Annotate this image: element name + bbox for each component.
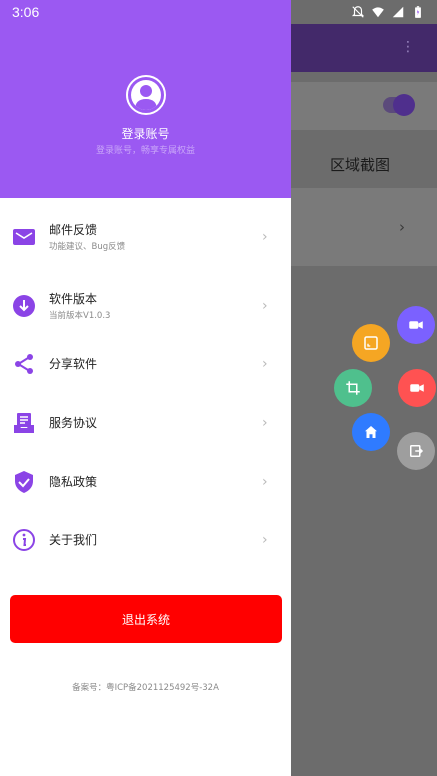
home-fab[interactable] <box>352 413 390 451</box>
menu-item-version[interactable]: 软件版本 当前版本V1.0.3 › <box>0 276 291 335</box>
camera-icon <box>410 384 424 392</box>
menu-item-about[interactable]: 关于我们 › <box>0 510 291 569</box>
toggle-knob <box>393 94 415 116</box>
exit-fab[interactable] <box>397 432 435 470</box>
info-icon <box>12 528 36 552</box>
navigation-drawer: 登录账号 登录账号，畅享专属权益 邮件反馈 功能建议、Bug反馈 › 软件版本 … <box>0 0 291 776</box>
exit-icon <box>410 445 424 457</box>
video-record-fab[interactable] <box>398 369 436 407</box>
toggle-card <box>291 82 437 130</box>
chevron-right-icon: › <box>262 473 268 490</box>
chevron-right-icon: › <box>262 228 268 245</box>
menu-label: 分享软件 <box>49 357 98 371</box>
section-title: 区域截图 <box>330 156 391 174</box>
mail-icon <box>12 225 36 249</box>
chevron-right-icon: › <box>262 355 268 372</box>
region-capture-fab[interactable] <box>352 324 390 362</box>
menu-label: 邮件反馈 <box>49 223 98 237</box>
record-screen-fab[interactable] <box>397 306 435 344</box>
crop-fab[interactable] <box>334 369 372 407</box>
chevron-right-icon: › <box>399 218 405 236</box>
shield-icon <box>12 470 36 494</box>
wifi-icon <box>372 7 384 18</box>
menu-label: 软件版本 <box>49 292 98 306</box>
more-options-icon[interactable]: ⋮ <box>401 40 415 54</box>
chevron-right-icon: › <box>262 414 268 431</box>
menu-label: 关于我们 <box>49 533 98 547</box>
notifications-off-icon <box>351 6 365 18</box>
battery-icon <box>415 6 421 18</box>
region-card[interactable] <box>291 188 437 266</box>
user-icon <box>135 85 157 110</box>
avatar[interactable] <box>126 75 166 115</box>
menu-subtitle: 功能建议、Bug反馈 <box>49 242 126 252</box>
status-icons <box>351 5 425 19</box>
menu-item-privacy[interactable]: 隐私政策 › <box>0 452 291 511</box>
video-camera-icon <box>409 321 423 329</box>
drawer-header: 登录账号 登录账号，畅享专属权益 <box>0 0 291 198</box>
chevron-right-icon: › <box>262 531 268 548</box>
login-subtitle: 登录账号，畅享专属权益 <box>95 146 195 156</box>
menu-item-feedback[interactable]: 邮件反馈 功能建议、Bug反馈 › <box>0 207 291 266</box>
menu-subtitle: 当前版本V1.0.3 <box>49 311 111 321</box>
logout-button[interactable]: 退出系统 <box>10 595 282 643</box>
share-icon <box>12 352 36 376</box>
status-time: 3:06 <box>12 4 40 20</box>
icp-record: 备案号：粤ICP备2021125492号-32A <box>72 683 219 693</box>
menu-item-share[interactable]: 分享软件 › <box>0 334 291 393</box>
menu-item-agreement[interactable]: 服务协议 › <box>0 393 291 452</box>
status-bar: 3:06 <box>0 0 437 24</box>
crop-icon <box>346 381 360 395</box>
home-icon <box>365 426 377 438</box>
menu-label: 服务协议 <box>49 416 98 430</box>
download-icon <box>12 294 36 318</box>
signal-icon <box>392 6 404 18</box>
chevron-right-icon: › <box>262 297 268 314</box>
login-title[interactable]: 登录账号 <box>0 125 291 142</box>
menu-label: 隐私政策 <box>49 475 98 489</box>
region-icon <box>364 336 378 350</box>
agreement-icon <box>12 411 36 435</box>
